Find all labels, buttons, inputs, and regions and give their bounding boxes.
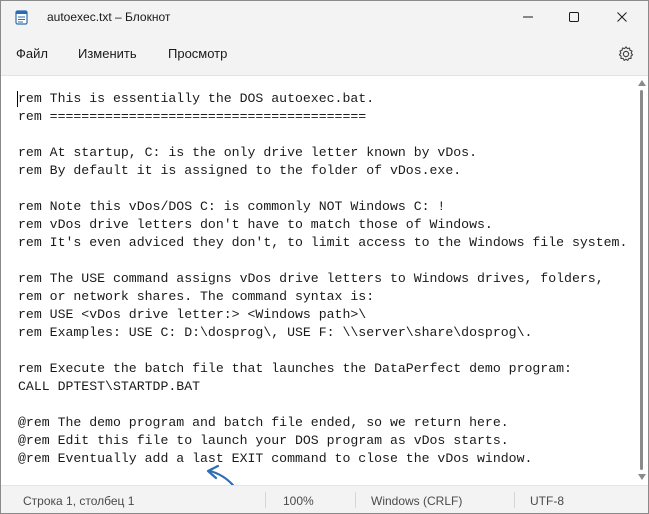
status-zoom: 100% bbox=[283, 494, 314, 508]
text-line bbox=[18, 126, 633, 144]
editor-text[interactable]: rem This is essentially the DOS autoexec… bbox=[18, 90, 633, 480]
status-divider bbox=[514, 492, 515, 508]
text-line: rem or network shares. The command synta… bbox=[18, 289, 375, 304]
text-line: rem Examples: USE C: D:\dosprog\, USE F:… bbox=[18, 325, 533, 340]
vertical-scrollbar[interactable] bbox=[635, 76, 648, 486]
text-line: rem ====================================… bbox=[18, 109, 367, 124]
menu-bar: Файл Изменить Просмотр bbox=[1, 33, 648, 75]
text-line: rem At startup, C: is the only drive let… bbox=[18, 145, 477, 160]
text-line: rem vDos drive letters don't have to mat… bbox=[18, 217, 493, 232]
window-title: autoexec.txt – Блокнот bbox=[47, 10, 171, 24]
status-divider bbox=[355, 492, 356, 508]
text-line: CALL DPTEST\STARTDP.BAT bbox=[18, 379, 201, 394]
minimize-button[interactable] bbox=[505, 1, 551, 33]
menu-edit[interactable]: Изменить bbox=[78, 46, 137, 61]
menu-view[interactable]: Просмотр bbox=[168, 46, 227, 61]
text-line: rem Note this vDos/DOS C: is commonly NO… bbox=[18, 199, 446, 214]
minimize-icon bbox=[523, 16, 533, 18]
status-bar: Строка 1, столбец 1 100% Windows (CRLF) … bbox=[1, 485, 648, 513]
maximize-button[interactable] bbox=[551, 1, 597, 33]
status-encoding: UTF-8 bbox=[530, 494, 564, 508]
notepad-window: autoexec.txt – Блокнот Файл Изменить Про… bbox=[0, 0, 649, 514]
text-line: @rem The demo program and batch file end… bbox=[18, 415, 509, 430]
gear-icon[interactable] bbox=[617, 45, 635, 63]
scroll-up-icon[interactable] bbox=[638, 80, 646, 86]
close-icon bbox=[617, 12, 627, 22]
text-line bbox=[18, 180, 633, 198]
text-line: @rem Eventually add a last EXIT command … bbox=[18, 451, 533, 466]
close-button[interactable] bbox=[599, 1, 645, 33]
title-bar[interactable]: autoexec.txt – Блокнот bbox=[1, 1, 648, 33]
text-line: @rem Edit this file to launch your DOS p… bbox=[18, 433, 509, 448]
text-line: rem It's even adviced they don't, to lim… bbox=[18, 235, 628, 250]
text-line: rem USE <vDos drive letter:> <Windows pa… bbox=[18, 307, 367, 322]
notepad-icon bbox=[15, 10, 28, 25]
maximize-icon bbox=[569, 12, 579, 22]
status-cursor-position: Строка 1, столбец 1 bbox=[23, 494, 135, 508]
scrollbar-thumb[interactable] bbox=[640, 90, 643, 470]
menu-file[interactable]: Файл bbox=[16, 46, 48, 61]
status-line-endings: Windows (CRLF) bbox=[371, 494, 463, 508]
text-line: rem By default it is assigned to the fol… bbox=[18, 163, 462, 178]
scroll-down-icon[interactable] bbox=[638, 474, 646, 480]
text-line: rem Execute the batch file that launches… bbox=[18, 361, 572, 376]
text-editor[interactable]: rem This is essentially the DOS autoexec… bbox=[1, 75, 648, 508]
status-divider bbox=[265, 492, 266, 508]
text-line bbox=[18, 342, 633, 360]
text-line bbox=[18, 252, 633, 270]
text-line bbox=[18, 396, 633, 414]
text-line: rem This is essentially the DOS autoexec… bbox=[18, 91, 375, 106]
text-line: rem The USE command assigns vDos drive l… bbox=[18, 271, 604, 286]
